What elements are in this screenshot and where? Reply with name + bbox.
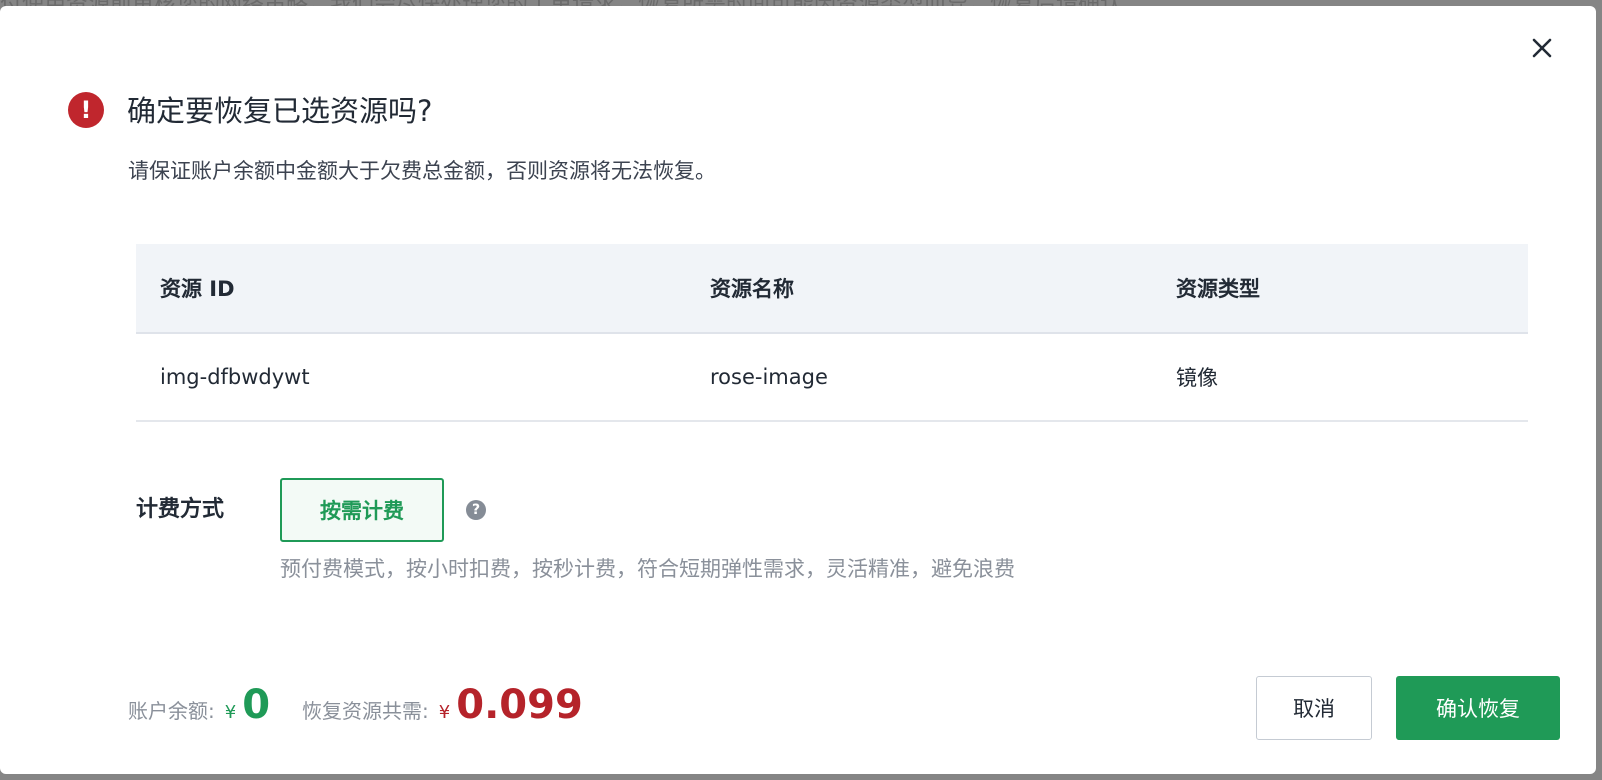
confirm-restore-button[interactable]: 确认恢复 <box>1396 676 1560 740</box>
billing-description: 预付费模式，按小时扣费，按秒计费，符合短期弹性需求，灵活精准，避免浪费 <box>280 557 1015 581</box>
resource-table: 资源 ID 资源名称 资源类型 img-dfbwdywt rose-image … <box>136 244 1528 422</box>
balance-currency: ¥ <box>224 702 237 723</box>
table-row: img-dfbwdywt rose-image 镜像 <box>136 334 1528 422</box>
billing-method-label: 计费方式 <box>136 497 225 522</box>
balance-amount: 0 <box>242 682 271 728</box>
column-header-resource-name: 资源名称 <box>710 277 794 301</box>
billing-option-on-demand[interactable]: 按需计费 <box>280 478 444 542</box>
balance-label: 账户余额: <box>128 699 215 723</box>
close-icon <box>1532 38 1552 58</box>
exclamation-icon: ! <box>68 92 104 128</box>
restore-confirm-dialog: ! 确定要恢复已选资源吗? 请保证账户余额中金额大于欠费总金额，否则资源将无法恢… <box>0 6 1596 774</box>
close-button[interactable] <box>1524 30 1560 66</box>
required-currency: ¥ <box>438 702 451 723</box>
required-amount: 0.099 <box>456 682 583 728</box>
dialog-title: 确定要恢复已选资源吗? <box>127 94 433 128</box>
dialog-subtitle: 请保证账户余额中金额大于欠费总金额，否则资源将无法恢复。 <box>128 159 716 183</box>
cell-resource-type: 镜像 <box>1176 366 1218 390</box>
cell-resource-id: img-dfbwdywt <box>160 365 310 389</box>
table-header: 资源 ID 资源名称 资源类型 <box>136 244 1528 334</box>
required-label: 恢复资源共需: <box>302 699 429 723</box>
column-header-resource-id: 资源 ID <box>160 277 235 301</box>
cost-summary: 账户余额: ¥ 0 恢复资源共需: ¥ 0.099 <box>128 682 583 730</box>
column-header-resource-type: 资源类型 <box>1176 277 1260 301</box>
cancel-button[interactable]: 取消 <box>1256 676 1372 740</box>
cell-resource-name: rose-image <box>710 365 828 389</box>
question-icon[interactable]: ? <box>466 500 486 520</box>
